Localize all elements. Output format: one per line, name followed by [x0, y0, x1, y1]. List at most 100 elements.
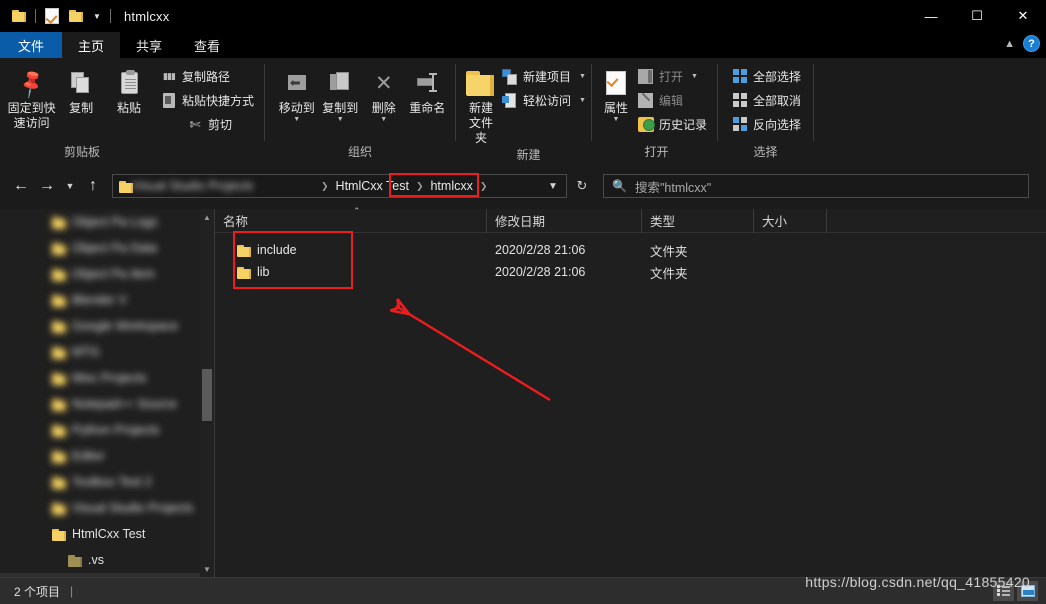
address-bar[interactable]: Visual Studio Projects ❯ HtmlCxx Test ❯ …: [112, 174, 567, 198]
back-button[interactable]: ←: [8, 173, 34, 199]
easy-access-button[interactable]: 轻松访问 ▼: [498, 90, 590, 111]
scroll-up-icon[interactable]: ▲: [200, 209, 214, 225]
column-name[interactable]: 名称 ⌃: [215, 206, 487, 233]
tree-item-blurred[interactable]: Object Pa Data: [0, 235, 200, 261]
new-folder-icon: [466, 67, 496, 99]
chevron-right-icon: ❯: [479, 180, 488, 191]
new-item-button[interactable]: 新建项目 ▼: [498, 66, 590, 87]
tree-item-htmlcxx-test[interactable]: HtmlCxx Test: [0, 521, 200, 547]
help-icon[interactable]: ?: [1023, 35, 1040, 52]
file-list-pane[interactable]: 名称 ⌃ 修改日期 类型 大小 include 2020/2/28 21:06 …: [215, 206, 1046, 577]
open-label: 打开: [658, 70, 683, 84]
properties-label: 属性: [603, 101, 628, 115]
column-date-modified[interactable]: 修改日期: [487, 208, 642, 233]
ribbon-group-open: 属性 ▼ 打开 ▼ 编辑 历史记录 打开: [592, 58, 717, 163]
folder-icon: [52, 320, 66, 333]
tab-home[interactable]: 主页: [62, 32, 121, 58]
chevron-down-icon[interactable]: ▼: [380, 116, 387, 123]
tree-item-blurred[interactable]: Blender V: [0, 287, 200, 313]
paste-button[interactable]: 粘贴: [105, 63, 153, 116]
tree-item-blurred[interactable]: Editor: [0, 443, 200, 469]
copy-path-button[interactable]: ▮▮▮ 复制路径: [157, 66, 258, 87]
navigation-pane[interactable]: Object Pa Logs Object Pa Data Object Pa …: [0, 209, 214, 577]
properties-icon: [605, 67, 626, 99]
breadcrumb-htmlcxx-test[interactable]: HtmlCxx Test: [330, 176, 415, 196]
file-date-cell: 2020/2/28 21:06: [495, 243, 586, 257]
pin-to-quick-access-button[interactable]: 📌 固定到快 速访问: [6, 63, 57, 131]
copy-to-button[interactable]: 复制到 ▼: [319, 63, 363, 123]
minimize-button[interactable]: —: [908, 0, 954, 32]
select-none-button[interactable]: 全部取消: [728, 90, 805, 111]
quick-access-toolbar: ▼: [0, 0, 114, 32]
tree-item-blurred[interactable]: Toolbox Test 2: [0, 469, 200, 495]
rename-button[interactable]: 重命名: [406, 63, 450, 116]
tree-item-vs[interactable]: .vs: [0, 547, 200, 573]
tree-item-blurred[interactable]: Google Workspace: [0, 313, 200, 339]
tree-item-blurred[interactable]: MTG: [0, 339, 200, 365]
forward-button[interactable]: →: [34, 173, 60, 199]
properties-button[interactable]: 属性 ▼: [600, 63, 632, 123]
column-name-label: 名称: [223, 215, 249, 229]
edit-label: 编辑: [658, 94, 683, 108]
recent-locations-button[interactable]: ▼: [60, 173, 80, 199]
scroll-down-icon[interactable]: ▼: [200, 561, 214, 577]
column-date-label: 修改日期: [495, 215, 546, 229]
table-row[interactable]: include 2020/2/28 21:06 文件夹: [215, 239, 1046, 261]
chevron-up-icon[interactable]: ▲: [1004, 38, 1015, 50]
chevron-down-icon[interactable]: ▼: [293, 116, 300, 123]
column-extra[interactable]: [827, 209, 857, 233]
breadcrumb-blurred-path[interactable]: Visual Studio Projects: [132, 177, 320, 196]
new-folder-button[interactable]: 新建 文件夹: [466, 63, 496, 146]
group-label-new: 新建: [516, 148, 541, 162]
edit-button[interactable]: 编辑: [634, 90, 711, 111]
folder-icon: [52, 346, 66, 359]
folder-icon[interactable]: [65, 5, 87, 27]
invert-selection-icon: [732, 117, 748, 133]
delete-button[interactable]: ✕ 删除 ▼: [362, 63, 406, 124]
rename-label: 重命名: [409, 101, 446, 115]
table-row[interactable]: lib 2020/2/28 21:06 文件夹: [215, 261, 1046, 283]
copy-icon: [71, 67, 91, 99]
tree-item-blurred[interactable]: Notepad++ Source: [0, 391, 200, 417]
tree-item-blurred[interactable]: Python Projects: [0, 417, 200, 443]
chevron-down-icon[interactable]: ▼: [337, 116, 344, 123]
tree-item-label: HtmlCxx Test: [72, 527, 146, 541]
properties-check-icon[interactable]: [41, 5, 63, 27]
close-button[interactable]: ✕: [1000, 0, 1046, 32]
breadcrumb-htmlcxx[interactable]: htmlcxx: [424, 176, 478, 196]
file-name-cell: lib: [215, 265, 487, 279]
column-size[interactable]: 大小: [754, 208, 827, 233]
folder-icon[interactable]: [8, 5, 30, 27]
tab-share[interactable]: 共享: [120, 32, 178, 58]
move-to-button[interactable]: ⬅ 移动到 ▼: [275, 63, 319, 123]
paste-shortcut-icon: [161, 93, 177, 109]
copy-button[interactable]: 复制: [57, 63, 105, 116]
invert-selection-button[interactable]: 反向选择: [728, 114, 805, 135]
tree-item-blurred[interactable]: Object Pa Logs: [0, 209, 200, 235]
chevron-down-icon[interactable]: ▼: [691, 73, 698, 80]
chevron-down-icon[interactable]: ▼: [613, 116, 620, 123]
tab-file[interactable]: 文件: [0, 32, 63, 58]
chevron-down-icon[interactable]: ▼: [579, 73, 586, 80]
file-rows: include 2020/2/28 21:06 文件夹 lib 2020/2/2…: [215, 233, 1046, 283]
maximize-button[interactable]: ☐: [954, 0, 1000, 32]
tree-item-blurred[interactable]: Misc Projects: [0, 365, 200, 391]
search-input[interactable]: 🔍 搜索"htmlcxx": [603, 174, 1029, 198]
open-icon: [638, 69, 654, 85]
select-all-button[interactable]: 全部选择: [728, 66, 805, 87]
refresh-button[interactable]: ↻: [569, 173, 595, 199]
up-button[interactable]: ↑: [80, 173, 106, 199]
tab-view[interactable]: 查看: [178, 32, 236, 58]
chevron-down-icon[interactable]: ▼: [89, 5, 105, 27]
cut-button[interactable]: ✄ 剪切: [157, 114, 258, 135]
scrollbar-thumb[interactable]: [202, 369, 212, 421]
open-button[interactable]: 打开 ▼: [634, 66, 711, 87]
tree-item-blurred[interactable]: Visual Studio Projects: [0, 495, 200, 521]
address-dropdown-button[interactable]: ▼: [542, 181, 564, 192]
chevron-down-icon[interactable]: ▼: [579, 97, 586, 104]
history-button[interactable]: 历史记录: [634, 114, 711, 135]
paste-shortcut-button[interactable]: 粘贴快捷方式: [157, 90, 258, 111]
navigation-scrollbar[interactable]: ▲ ▼: [200, 209, 214, 577]
tree-item-blurred[interactable]: Object Pa Item: [0, 261, 200, 287]
column-type[interactable]: 类型: [642, 208, 754, 233]
